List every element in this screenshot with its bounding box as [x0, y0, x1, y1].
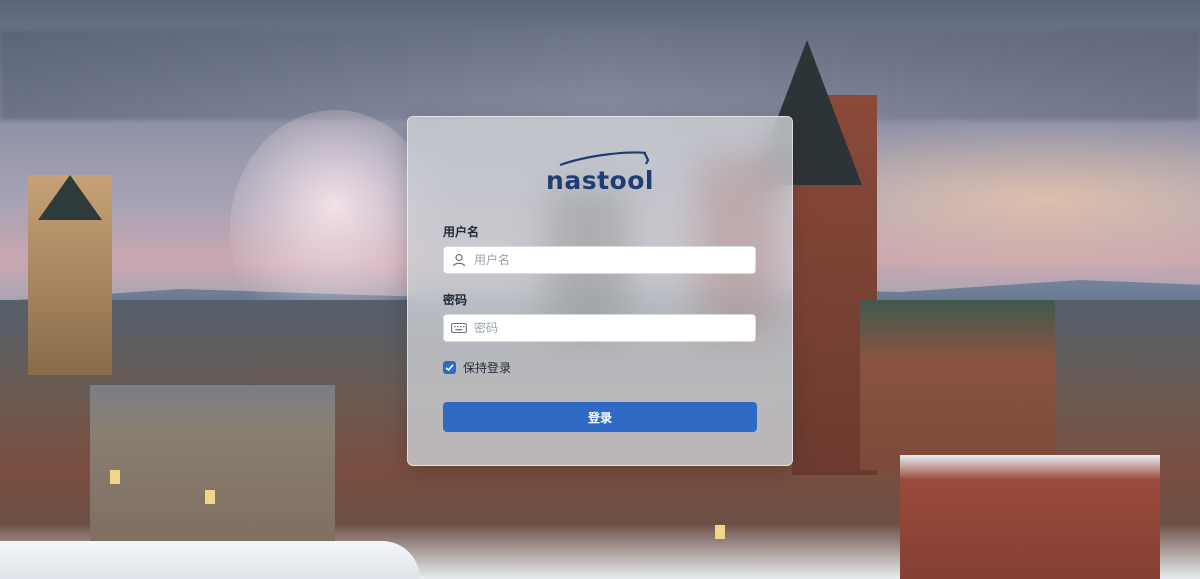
login-button[interactable]: 登录	[443, 402, 757, 432]
background-house	[90, 385, 335, 555]
background-chateau-wing	[860, 300, 1055, 470]
user-icon	[444, 246, 474, 274]
keyboard-icon	[444, 314, 474, 342]
remember-checkbox[interactable]	[443, 361, 456, 374]
checkmark-icon	[445, 364, 454, 372]
password-input[interactable]	[474, 321, 755, 335]
remember-label: 保持登录	[463, 361, 512, 375]
logo-text: nastool	[546, 166, 654, 195]
remember-me[interactable]: 保持登录	[443, 359, 511, 376]
background-window	[715, 525, 725, 539]
password-field[interactable]	[443, 314, 756, 342]
background-tower-roof	[38, 175, 102, 220]
background-house-right	[900, 455, 1160, 579]
username-input[interactable]	[474, 253, 755, 267]
username-label: 用户名	[443, 225, 480, 239]
login-card: nastool 用户名 密码	[407, 116, 793, 466]
background-window	[110, 470, 120, 484]
logo-swoosh-icon	[559, 151, 650, 167]
background-clouds	[0, 30, 1200, 120]
background-snow	[0, 541, 420, 579]
background-window	[205, 490, 215, 504]
password-label: 密码	[443, 293, 468, 307]
username-field[interactable]	[443, 246, 756, 274]
